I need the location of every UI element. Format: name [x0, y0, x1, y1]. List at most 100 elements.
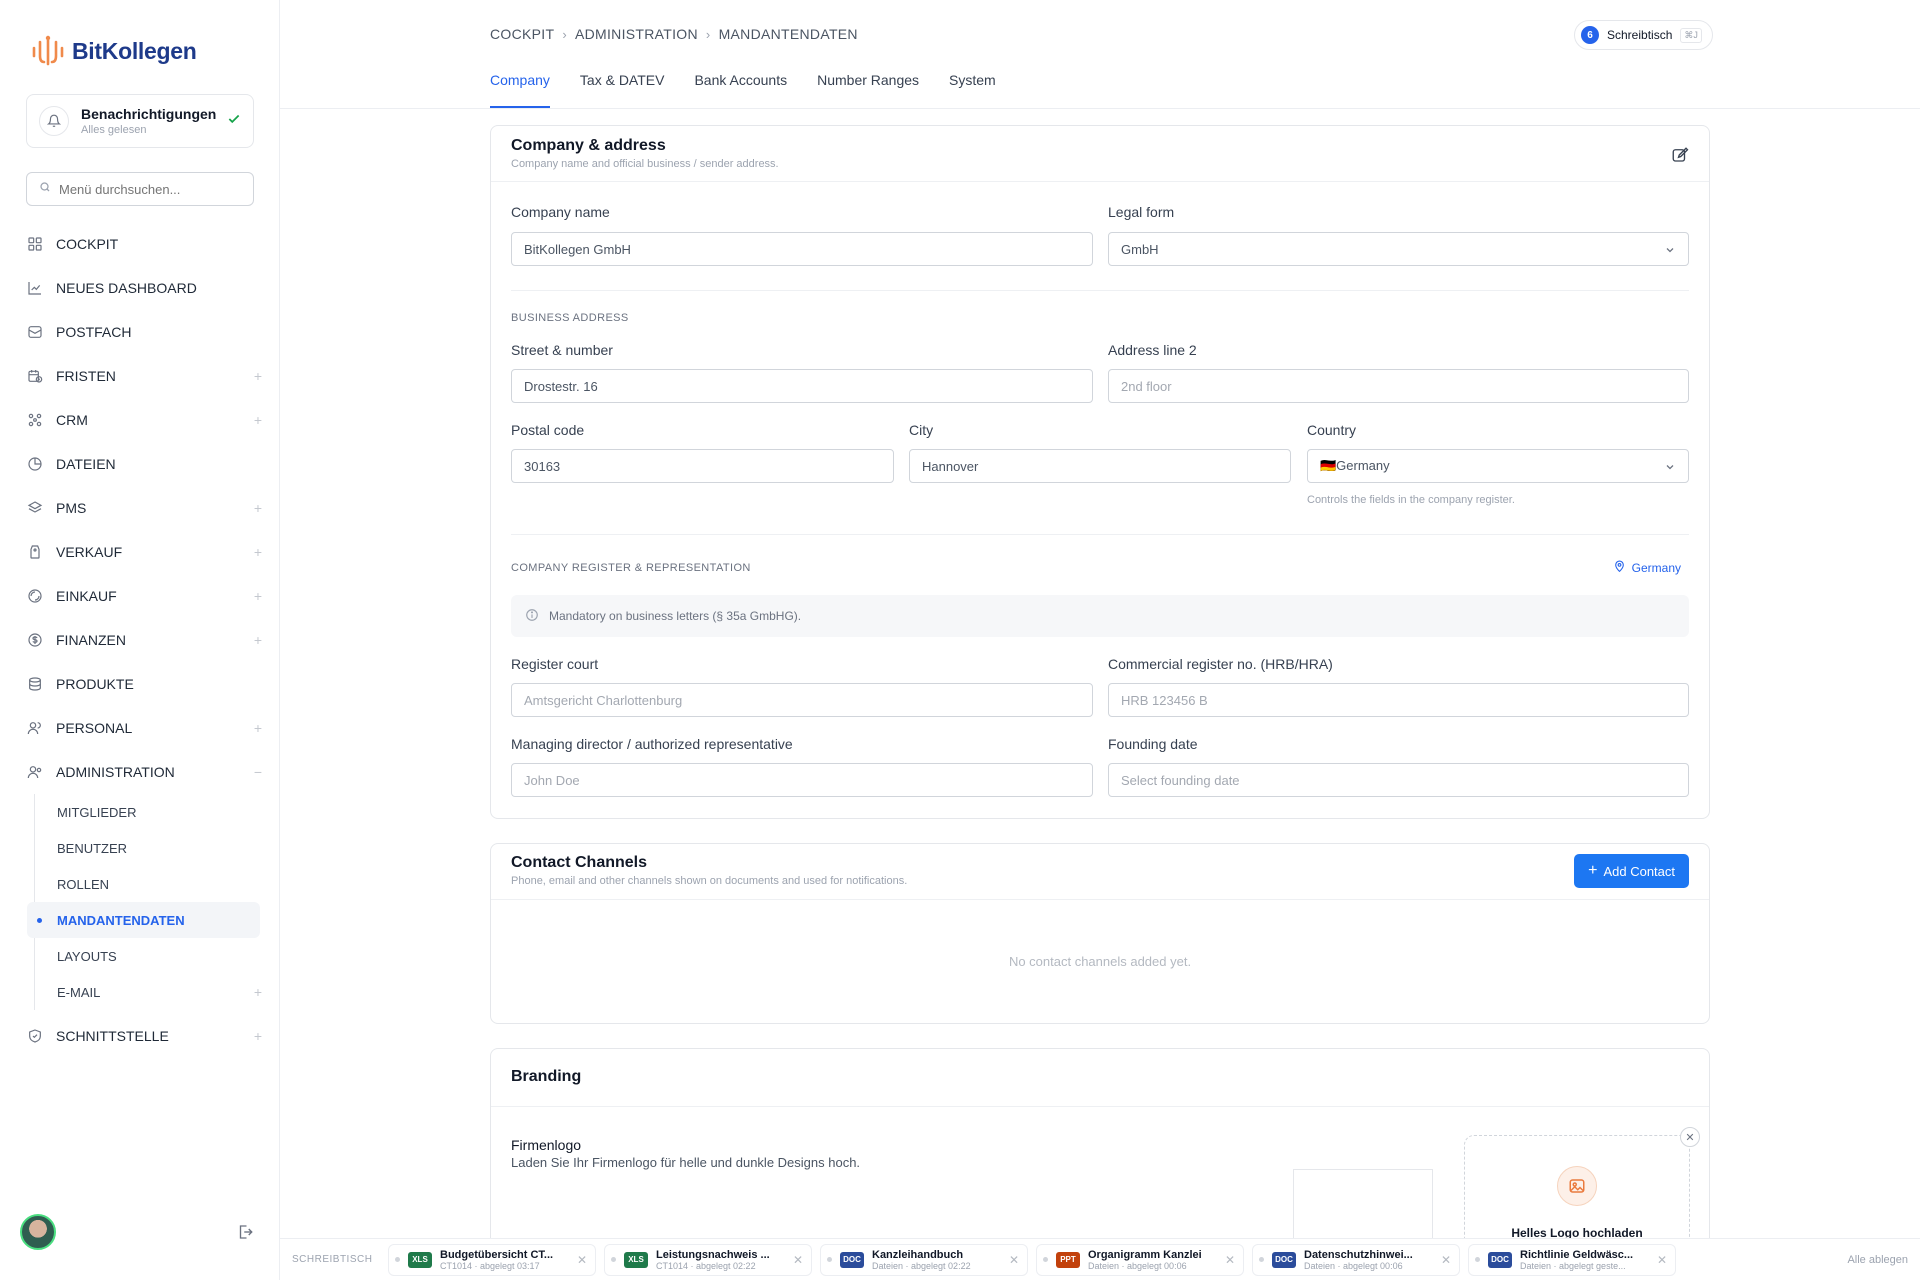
nav-label: CRM — [56, 412, 88, 428]
legal-form-select[interactable]: GmbH — [1108, 232, 1689, 266]
document-name: Datenschutzhinwei... — [1304, 1248, 1413, 1261]
edit-icon[interactable] — [1671, 146, 1689, 169]
plus-icon[interactable]: + — [254, 544, 262, 560]
plus-icon[interactable]: + — [254, 500, 262, 516]
founding-date-label: Founding date — [1108, 736, 1198, 752]
desk-count-badge: 6 — [1581, 26, 1599, 44]
nav-item-dateien[interactable]: DATEIEN — [26, 442, 262, 486]
status-dot — [1475, 1257, 1480, 1262]
nav-item-einkauf[interactable]: EINKAUF + — [26, 574, 262, 618]
close-icon[interactable]: ✕ — [1009, 1253, 1019, 1267]
close-icon[interactable]: ✕ — [577, 1253, 587, 1267]
register-number-label: Commercial register no. (HRB/HRA) — [1108, 656, 1333, 672]
nav-item-postfach[interactable]: POSTFACH — [26, 310, 262, 354]
city-input[interactable]: Hannover — [909, 449, 1291, 483]
tab-tax-datev[interactable]: Tax & DATEV — [580, 66, 665, 108]
avatar[interactable] — [20, 1214, 56, 1250]
desk-button[interactable]: 6 Schreibtisch ⌘J — [1574, 20, 1713, 50]
subnav-item-layouts[interactable]: LAYOUTS — [35, 938, 262, 974]
country-select[interactable]: 🇩🇪Germany — [1307, 449, 1689, 483]
clear-all-button[interactable]: Alle ablegen — [1847, 1254, 1908, 1266]
subnav-item-mitglieder[interactable]: MITGLIEDER — [35, 794, 262, 830]
logo-text: BitKollegen — [72, 37, 197, 64]
breadcrumb-item[interactable]: ADMINISTRATION — [575, 26, 698, 42]
chevron-right-icon: › — [562, 26, 567, 42]
register-info-text: Mandatory on business letters (§ 35a Gmb… — [549, 609, 802, 623]
app-logo[interactable]: BitKollegen — [30, 34, 197, 68]
document-meta: CT1014 · abgelegt 03:17 — [440, 1260, 540, 1271]
company-card: Company & address Company name and offic… — [490, 125, 1710, 819]
menu-search[interactable] — [26, 172, 254, 206]
close-icon[interactable]: ✕ — [1657, 1253, 1667, 1267]
nav-item-neues-dashboard[interactable]: NEUES DASHBOARD — [26, 266, 262, 310]
close-icon[interactable]: ✕ — [793, 1253, 803, 1267]
nav-item-personal[interactable]: PERSONAL + — [26, 706, 262, 750]
desk-document[interactable]: XLS Budgetübersicht CT... CT1014 · abgeleg… — [388, 1243, 596, 1276]
close-icon[interactable]: ✕ — [1441, 1253, 1451, 1267]
nav-item-verkauf[interactable]: VERKAUF + — [26, 530, 262, 574]
company-name-input[interactable]: BitKollegen GmbH — [511, 232, 1093, 266]
desk-shortcut: ⌘J — [1680, 27, 1702, 43]
register-number-input[interactable]: HRB 123456 B — [1108, 683, 1689, 717]
tab-company[interactable]: Company — [490, 66, 550, 108]
nav-label: SCHNITTSTELLE — [56, 1028, 169, 1044]
director-input[interactable]: John Doe — [511, 763, 1093, 797]
plus-icon[interactable]: + — [254, 632, 262, 648]
tab-bank-accounts[interactable]: Bank Accounts — [694, 66, 787, 108]
close-icon[interactable]: ✕ — [1225, 1253, 1235, 1267]
breadcrumb-item[interactable]: COCKPIT — [490, 26, 554, 42]
desk-document[interactable]: PPT Organigramm Kanzlei Dateien · abgelegt… — [1036, 1243, 1244, 1276]
tab-system[interactable]: System — [949, 66, 996, 108]
nav-item-administration[interactable]: ADMINISTRATION − — [26, 750, 262, 794]
nav-label: POSTFACH — [56, 324, 132, 340]
close-icon[interactable]: ✕ — [1680, 1127, 1700, 1147]
notifications-title: Benachrichtigungen — [81, 106, 217, 122]
subnav-item-mandantendaten[interactable]: MANDANTENDATEN — [27, 902, 260, 938]
logo-section-title: Firmenlogo — [511, 1137, 582, 1153]
menu-search-input[interactable] — [59, 181, 239, 197]
nav-item-cockpit[interactable]: COCKPIT — [26, 222, 262, 266]
plus-icon[interactable]: + — [254, 984, 262, 1000]
address-line2-input[interactable]: 2nd floor — [1108, 369, 1689, 403]
plus-icon[interactable]: + — [254, 1028, 262, 1044]
plus-icon[interactable]: + — [254, 368, 262, 384]
notifications-button[interactable]: Benachrichtigungen Alles gelesen — [26, 94, 254, 148]
calendar-clock-icon — [26, 367, 44, 385]
tab-number-ranges[interactable]: Number Ranges — [817, 66, 919, 108]
plus-icon[interactable]: + — [254, 720, 262, 736]
nav-item-crm[interactable]: CRM + — [26, 398, 262, 442]
users-gear-icon — [26, 763, 44, 781]
street-input[interactable]: Drostestr. 16 — [511, 369, 1093, 403]
file-type-badge: DOC — [840, 1251, 864, 1268]
register-country-tag[interactable]: Germany — [1613, 560, 1681, 576]
subnav-item-benutzer[interactable]: BENUTZER — [35, 830, 262, 866]
document-text: Budgetübersicht CT... CT1014 · abgelegt 0… — [440, 1249, 580, 1271]
breadcrumb: COCKPIT › ADMINISTRATION › MANDANTENDATE… — [490, 26, 858, 42]
document-text: Datenschutzhinwei... Dateien · abgelegt 0… — [1304, 1249, 1444, 1271]
contacts-empty-state: No contact channels added yet. — [1008, 954, 1192, 969]
nav-item-finanzen[interactable]: FINANZEN + — [26, 618, 262, 662]
register-court-input[interactable]: Amtsgericht Charlottenburg — [511, 683, 1093, 717]
card-subtitle: Company name and official business / sen… — [511, 158, 779, 170]
desk-document[interactable]: XLS Leistungsnachweis ... CT1014 · abgeleg… — [604, 1243, 812, 1276]
subnav-label: ROLLEN — [57, 876, 110, 892]
document-name: Richtlinie Geldwäsc... — [1520, 1248, 1634, 1261]
plus-icon[interactable]: + — [254, 588, 262, 604]
nav-item-fristen[interactable]: FRISTEN + — [26, 354, 262, 398]
postal-code-input[interactable]: 30163 — [511, 449, 894, 483]
add-contact-button[interactable]: + Add Contact — [1574, 854, 1689, 888]
desk-document[interactable]: DOC Datenschutzhinwei... Dateien · abgeleg… — [1252, 1243, 1460, 1276]
nav-label: FINANZEN — [56, 632, 126, 648]
nav-item-pms[interactable]: PMS + — [26, 486, 262, 530]
subnav-item-rollen[interactable]: ROLLEN — [35, 866, 262, 902]
desk-document[interactable]: DOC Kanzleihandbuch Dateien · abgelegt 02:… — [820, 1243, 1028, 1276]
subnav-item-e-mail[interactable]: E-MAIL + — [35, 974, 262, 1010]
founding-date-input[interactable]: Select founding date — [1108, 763, 1689, 797]
nav-item-produkte[interactable]: PRODUKTE — [26, 662, 262, 706]
plus-icon[interactable]: + — [254, 412, 262, 428]
minus-icon[interactable]: − — [254, 764, 262, 780]
document-meta: Dateien · abgelegt 00:06 — [1088, 1260, 1187, 1271]
desk-document[interactable]: DOC Richtlinie Geldwäsc... Dateien · abgel… — [1468, 1243, 1676, 1276]
logout-icon[interactable] — [236, 1223, 254, 1246]
nav-item-schnittstelle[interactable]: SCHNITTSTELLE + — [26, 1014, 262, 1058]
